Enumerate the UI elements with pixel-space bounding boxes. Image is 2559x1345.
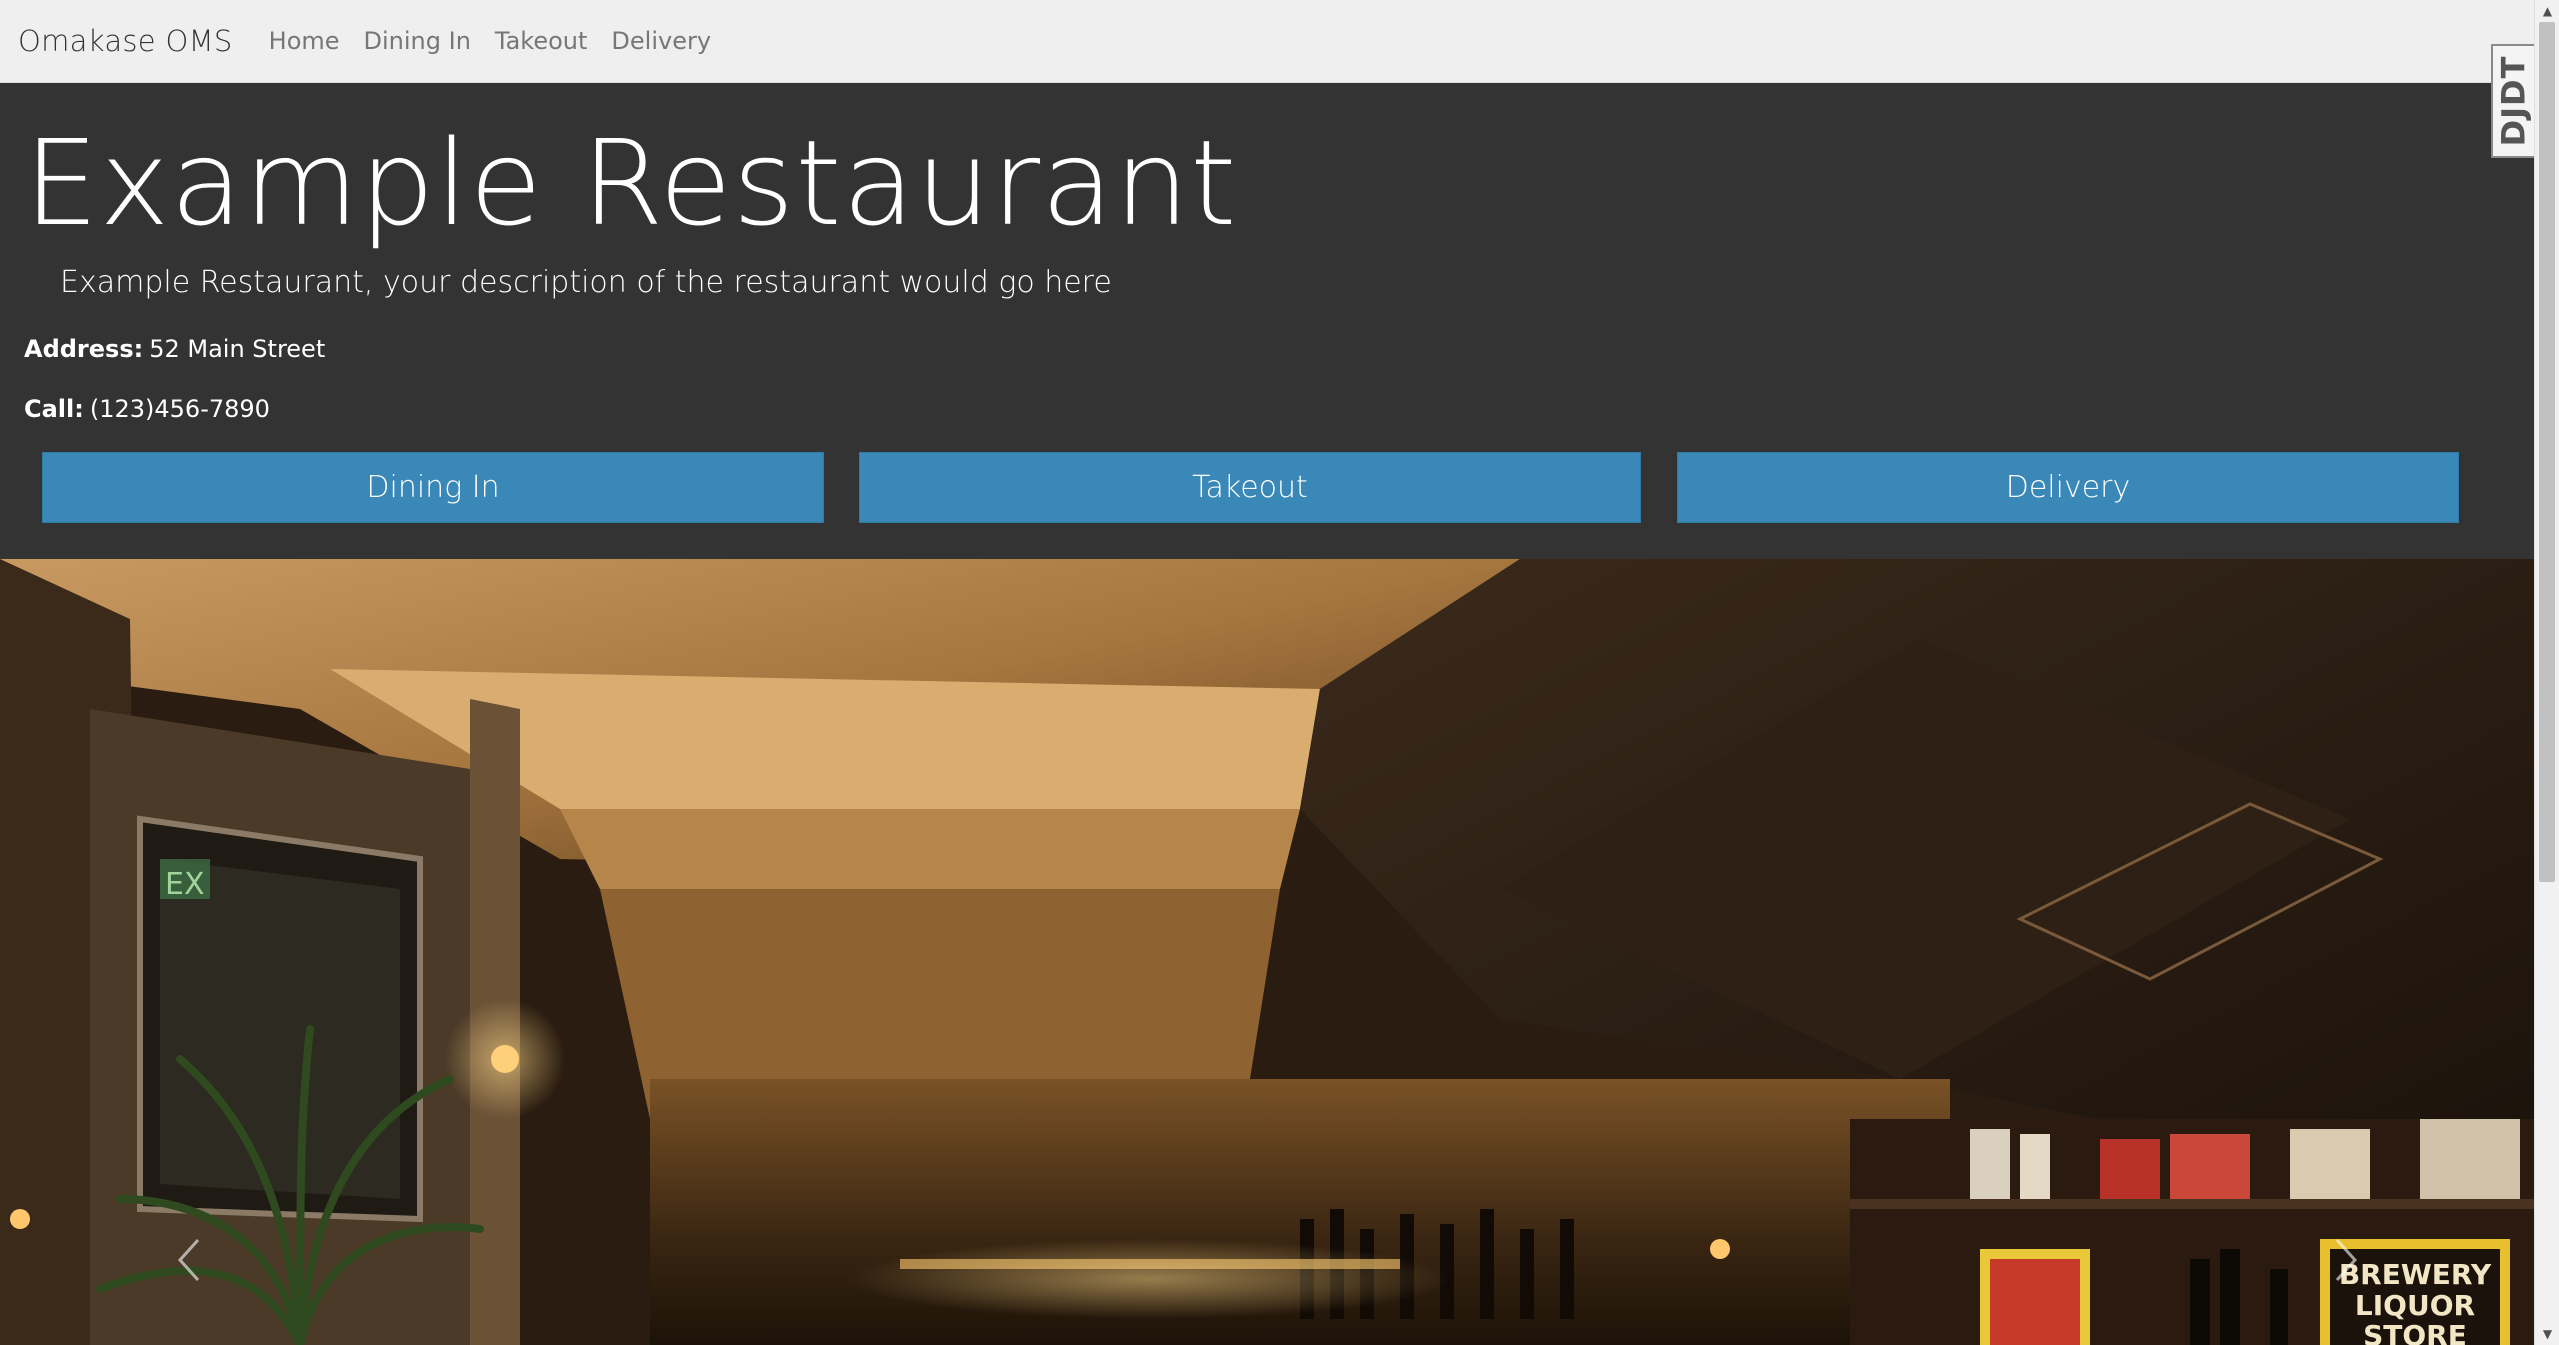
delivery-button[interactable]: Delivery bbox=[1677, 452, 2459, 523]
nav-link-dining-in[interactable]: Dining In bbox=[364, 27, 471, 55]
phone-value: (123)456-7890 bbox=[89, 395, 270, 423]
address-line: Address: 52 Main Street bbox=[24, 335, 325, 363]
top-navbar: Omakase OMS Home Dining In Takeout Deliv… bbox=[0, 0, 2534, 83]
phone-line: Call: (123)456-7890 bbox=[24, 395, 270, 423]
call-label: Call: bbox=[24, 395, 84, 423]
nav-link-delivery[interactable]: Delivery bbox=[611, 27, 711, 55]
carousel-prev-icon[interactable] bbox=[170, 1230, 210, 1290]
scrollbar-thumb[interactable] bbox=[2539, 22, 2555, 882]
brand-link[interactable]: Omakase OMS bbox=[18, 24, 233, 58]
brewery-sign-line-2: LIQUOR bbox=[2355, 1289, 2475, 1322]
carousel-next-icon[interactable] bbox=[2325, 1230, 2365, 1290]
nav-link-home[interactable]: Home bbox=[269, 27, 340, 55]
nav-link-takeout[interactable]: Takeout bbox=[495, 27, 588, 55]
dining-in-button[interactable]: Dining In bbox=[42, 452, 824, 523]
page-scrollbar[interactable]: ▲ ▼ bbox=[2534, 0, 2559, 1345]
restaurant-description: Example Restaurant, your description of … bbox=[60, 265, 1112, 300]
restaurant-interior-photo: EX BREWERY LIQUOR STORE bbox=[0, 559, 2534, 1345]
address-label: Address: bbox=[24, 335, 144, 363]
debug-toolbar-label: DJDT bbox=[2494, 55, 2533, 147]
brewery-sign-line-3: STORE bbox=[2363, 1319, 2467, 1345]
restaurant-carousel: EX BREWERY LIQUOR STORE bbox=[0, 559, 2534, 1345]
scroll-down-icon[interactable]: ▼ bbox=[2535, 1323, 2559, 1345]
restaurant-title: Example Restaurant bbox=[24, 114, 1238, 252]
debug-toolbar-handle[interactable]: DJDT bbox=[2491, 44, 2534, 158]
exit-sign-text: EX bbox=[165, 867, 205, 902]
takeout-button[interactable]: Takeout bbox=[859, 452, 1641, 523]
hero-section: Example Restaurant Example Restaurant, y… bbox=[0, 83, 2534, 559]
scroll-up-icon[interactable]: ▲ bbox=[2535, 0, 2559, 22]
address-value: 52 Main Street bbox=[149, 335, 326, 363]
